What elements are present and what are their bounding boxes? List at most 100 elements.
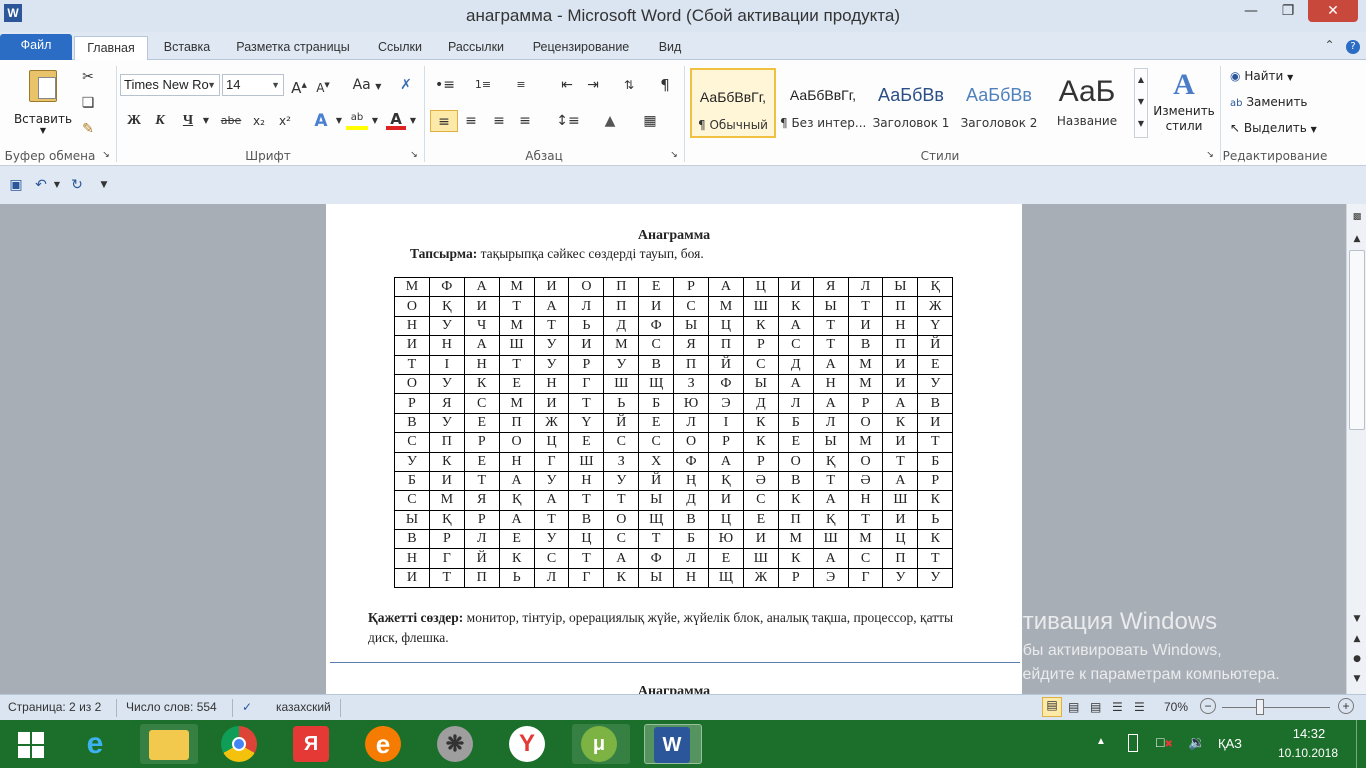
highlight-icon[interactable]: ab (346, 110, 368, 130)
change-styles-button[interactable]: A Изменить стили (1152, 68, 1216, 134)
align-center-button[interactable]: ≡ (460, 110, 482, 132)
customize-qat-icon[interactable]: ▼ (96, 174, 112, 196)
shrink-font-icon[interactable]: A▼ (314, 74, 332, 96)
undo-icon[interactable]: ↶ (32, 174, 50, 196)
cut-icon[interactable]: ✂ (78, 66, 98, 88)
tab-home[interactable]: Главная (74, 36, 148, 60)
tab-insert[interactable]: Вставка (156, 36, 218, 60)
language-indicator[interactable]: казахский (276, 700, 331, 714)
save-icon[interactable]: ▣ (6, 174, 26, 196)
dialog-launcher-icon[interactable]: ↘ (100, 148, 112, 162)
minimize-button[interactable]: — (1228, 0, 1274, 22)
tab-view[interactable]: Вид (650, 36, 690, 60)
align-right-button[interactable]: ≡ (488, 110, 510, 132)
change-case-button[interactable]: Aa ▼ (352, 74, 382, 96)
word-taskbar[interactable]: W (644, 724, 702, 764)
redo-icon[interactable]: ↻ (68, 174, 86, 196)
align-left-button[interactable]: ≡ (430, 110, 458, 132)
chevron-down-icon[interactable]: ▼ (200, 110, 212, 132)
clock-time[interactable]: 14:32 (1280, 726, 1338, 741)
dialog-launcher-icon[interactable]: ↘ (408, 148, 420, 162)
chevron-down-icon[interactable]: ▼ (52, 174, 62, 196)
replace-button[interactable]: ab Заменить (1230, 95, 1308, 109)
media-player-taskbar[interactable]: ❋ (428, 724, 486, 764)
network-icon[interactable]: □✖ (1156, 734, 1173, 750)
line-spacing-icon[interactable]: ↕≡ (554, 110, 582, 132)
bold-button[interactable]: Ж (124, 110, 144, 132)
styles-scroll-icon[interactable]: ▲ ▼ ▼ (1134, 68, 1148, 138)
copy-icon[interactable]: ❏ (78, 92, 98, 114)
utorrent-taskbar[interactable]: μ (572, 724, 630, 764)
close-button[interactable]: ✕ (1308, 0, 1358, 22)
yandex-taskbar[interactable]: Y (500, 724, 558, 764)
font-color-icon[interactable]: A (386, 110, 406, 130)
chevron-down-icon[interactable]: ▼ (408, 110, 418, 132)
style-title[interactable]: АаБ Название (1044, 68, 1130, 138)
style-normal[interactable]: АаБбВвГг, ¶ Обычный (690, 68, 776, 138)
decrease-indent-icon[interactable]: ⇤ (556, 74, 578, 96)
style-heading-2[interactable]: АаБбВв Заголовок 2 (956, 68, 1042, 138)
borders-icon[interactable]: ▦ (636, 110, 664, 132)
grow-font-icon[interactable]: A▲ (290, 74, 308, 97)
zoom-level[interactable]: 70% (1164, 700, 1188, 714)
chevron-down-icon[interactable]: ▼ (370, 110, 380, 132)
volume-icon[interactable]: 🔉 (1188, 734, 1205, 751)
zoom-slider-track[interactable] (1222, 707, 1330, 708)
find-button[interactable]: ◉ Найти ▼ (1230, 69, 1293, 83)
clear-format-icon[interactable]: ✗ (396, 74, 416, 96)
full-screen-reading-icon[interactable]: ▤ (1068, 700, 1079, 714)
document-page[interactable]: Анаграмма Тапсырма: тақырыпқа сәйкес сөз… (326, 204, 1022, 694)
tab-mailings[interactable]: Рассылки (440, 36, 512, 60)
dialog-launcher-icon[interactable]: ↘ (668, 148, 680, 162)
tab-page-layout[interactable]: Разметка страницы (228, 36, 358, 60)
zoom-slider-handle[interactable] (1256, 699, 1264, 715)
increase-indent-icon[interactable]: ⇥ (582, 74, 604, 96)
bullets-icon[interactable]: •≡ (434, 74, 456, 96)
style-no-spacing[interactable]: АаБбВвГг, ¶ Без интер... (780, 68, 866, 138)
zoom-out-button[interactable]: − (1200, 698, 1216, 714)
tab-review[interactable]: Рецензирование (524, 36, 638, 60)
underline-button[interactable]: Ч (178, 110, 198, 132)
show-hidden-icons[interactable]: ▲ (1096, 736, 1106, 747)
shading-icon[interactable]: ▲ (596, 110, 624, 132)
numbering-icon[interactable]: 1≡ (472, 74, 494, 96)
select-button[interactable]: ↖ Выделить ▼ (1230, 121, 1317, 135)
minimize-ribbon-icon[interactable]: ⌃ (1324, 38, 1334, 52)
print-layout-icon[interactable]: ▤ (1042, 697, 1062, 717)
next-page-icon[interactable]: ▼ (1349, 668, 1365, 690)
tab-file[interactable]: Файл (0, 34, 72, 60)
maximize-button[interactable]: ❐ (1274, 0, 1302, 22)
subscript-button[interactable]: x₂ (248, 110, 270, 132)
ruler-toggle-icon[interactable]: ▩ (1349, 206, 1365, 228)
scroll-thumb[interactable] (1349, 250, 1365, 430)
outline-icon[interactable]: ☰ (1112, 700, 1123, 714)
multilevel-list-icon[interactable]: ≡ (510, 74, 532, 96)
strikethrough-button[interactable]: abe (218, 110, 244, 132)
clock-date[interactable]: 10.10.2018 (1272, 746, 1344, 760)
file-explorer-taskbar[interactable] (140, 724, 198, 764)
yandex-browser-taskbar[interactable]: Я (284, 724, 342, 764)
sort-icon[interactable]: ⇅ (618, 74, 640, 96)
draft-icon[interactable]: ☰ (1134, 700, 1145, 714)
format-painter-icon[interactable]: ✎ (78, 118, 98, 140)
language-switcher[interactable]: ҚАЗ (1218, 736, 1242, 751)
help-icon[interactable]: ? (1346, 40, 1360, 54)
start-button[interactable] (4, 724, 54, 764)
tab-references[interactable]: Ссылки (370, 36, 430, 60)
web-layout-icon[interactable]: ▤ (1090, 700, 1101, 714)
style-heading-1[interactable]: АаБбВв Заголовок 1 (868, 68, 954, 138)
superscript-button[interactable]: x² (274, 110, 296, 132)
scroll-down-arrow[interactable]: ▼ (1349, 608, 1365, 630)
previous-page-icon[interactable]: ▲ (1349, 628, 1365, 650)
show-marks-icon[interactable]: ¶ (654, 74, 676, 96)
show-desktop-button[interactable] (1356, 720, 1366, 768)
spellcheck-icon[interactable]: ✓ (242, 700, 252, 714)
text-effects-icon[interactable]: A (310, 110, 332, 132)
font-size-combo[interactable]: 14 ▼ (222, 74, 284, 96)
paste-button[interactable]: Вставить ▼ (12, 66, 74, 146)
word-count[interactable]: Число слов: 554 (126, 700, 217, 714)
ribbon-options[interactable]: ⌃ ? (1324, 38, 1360, 54)
page-counter[interactable]: Страница: 2 из 2 (8, 700, 101, 714)
font-name-combo[interactable]: Times New Ro ▼ (120, 74, 220, 96)
chrome-taskbar[interactable] (212, 724, 270, 764)
